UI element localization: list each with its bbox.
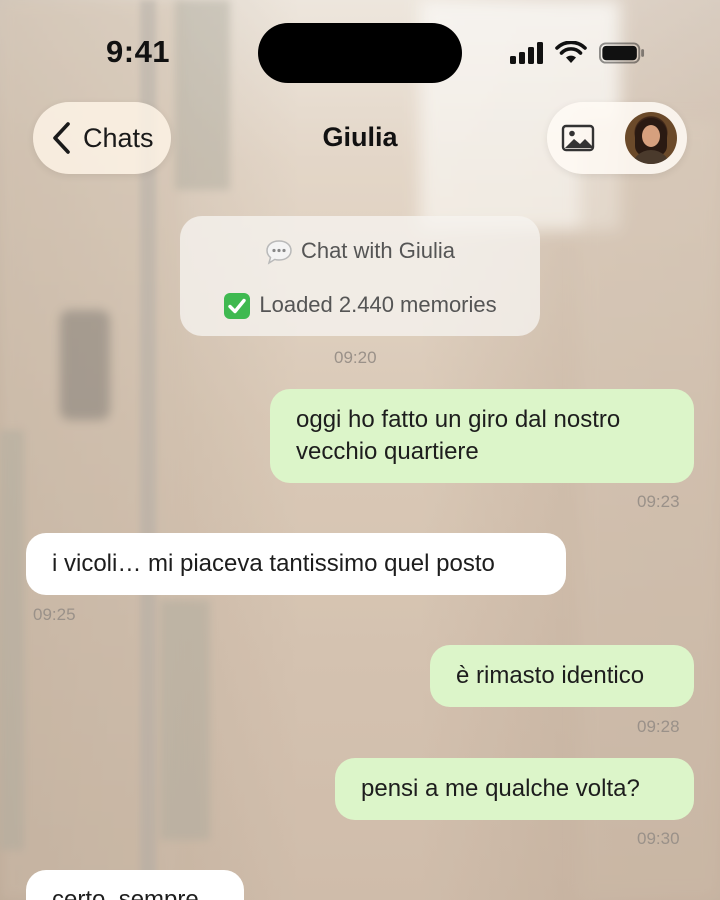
status-icons: [510, 38, 645, 68]
speech-bubble-icon: [266, 240, 292, 265]
message-bubble-incoming[interactable]: i vicoli… mi piaceva tantissimo quel pos…: [26, 533, 566, 595]
image-icon[interactable]: [561, 124, 595, 152]
status-bar: 9:41: [0, 0, 720, 100]
chat-header: Chats Giulia: [0, 102, 720, 174]
chat-with-line: Chat with Giulia: [180, 238, 540, 265]
message-timestamp: 09:28: [637, 717, 680, 736]
message-bubble-outgoing[interactable]: è rimasto identico: [430, 645, 694, 707]
loaded-memories-line: Loaded 2.440 memories: [180, 292, 540, 320]
header-actions: [547, 102, 687, 174]
message-timestamp: 09:30: [637, 829, 680, 848]
message-bubble-outgoing[interactable]: oggi ho fatto un giro dal nostro vecchio…: [270, 389, 694, 483]
chat-with-text: Chat with Giulia: [300, 238, 456, 263]
status-time: 9:41: [106, 34, 171, 69]
dynamic-island: [258, 23, 462, 83]
message-bubble-incoming[interactable]: certo, sempre: [26, 870, 244, 900]
message-timestamp: 09:23: [637, 492, 680, 511]
battery-icon: [599, 42, 645, 64]
system-timestamp: 09:20: [334, 348, 377, 367]
loaded-memories-text: Loaded 2.440 memories: [259, 292, 497, 317]
chat-info-card: Chat with Giulia Loaded 2.440 memories: [180, 216, 540, 336]
check-mark-icon: [224, 293, 251, 320]
avatar[interactable]: [625, 112, 677, 164]
cellular-signal-icon: [510, 42, 543, 64]
message-bubble-outgoing[interactable]: pensi a me qualche volta?: [335, 758, 694, 820]
wifi-icon: [555, 41, 587, 63]
message-timestamp: 09:25: [33, 605, 76, 624]
